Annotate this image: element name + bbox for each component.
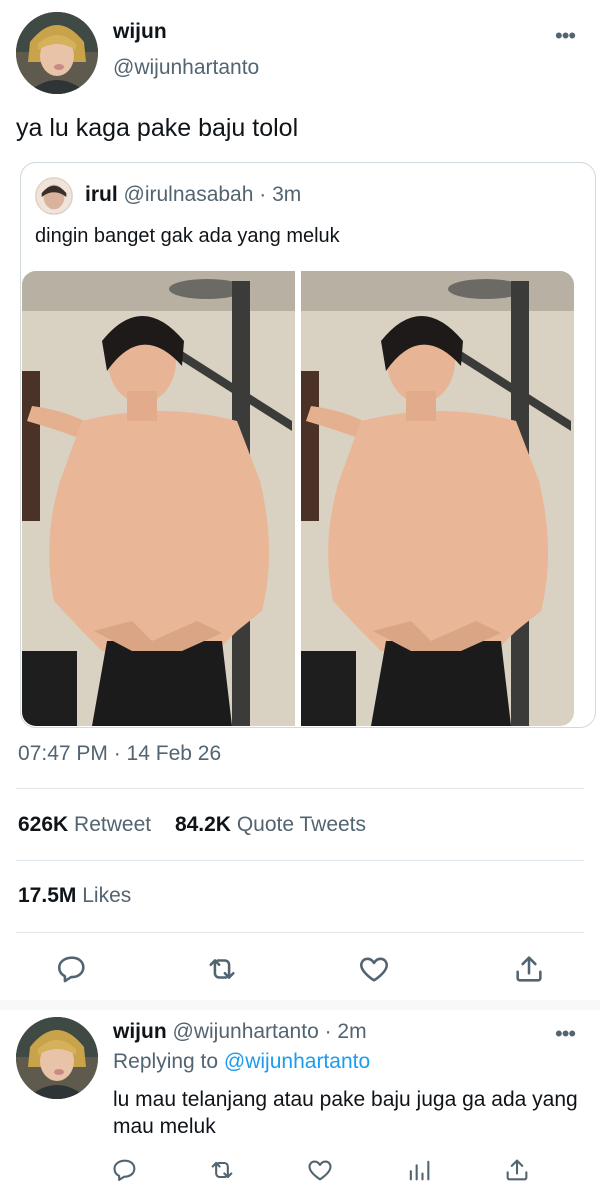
likes-count: 17.5M (18, 884, 77, 907)
replying-prefix: Replying to (113, 1050, 219, 1073)
like-icon[interactable] (306, 1156, 334, 1184)
more-horizontal-icon[interactable]: ••• (555, 1023, 579, 1045)
reply-action-bar (0, 1156, 600, 1186)
like-icon[interactable] (357, 952, 391, 986)
retweet-stats: 626K Retweet 84.2K Quote Tweets (18, 813, 384, 837)
quotes-stat[interactable]: 84.2K Quote Tweets (175, 813, 366, 836)
reply-icon[interactable] (55, 952, 89, 986)
quote-text: dingin banget gak ada yang meluk (35, 225, 340, 247)
more-horizontal-icon[interactable]: ••• (555, 25, 579, 47)
quote-photo-1[interactable] (22, 271, 295, 726)
reply-author-handle[interactable]: @wijunhartanto (173, 1020, 319, 1043)
replying-mention[interactable]: @wijunhartanto (224, 1050, 370, 1073)
quotes-label: Quote Tweets (236, 813, 367, 836)
analytics-icon[interactable] (405, 1156, 433, 1184)
author-avatar[interactable] (16, 12, 98, 94)
share-icon[interactable] (512, 952, 546, 986)
retweets-stat[interactable]: 626K Retweet (18, 813, 157, 836)
quote-photo-2[interactable] (301, 271, 574, 726)
author-name[interactable]: wijun (113, 20, 167, 44)
retweet-icon[interactable] (208, 1156, 236, 1184)
quote-author-name[interactable]: irul (85, 183, 118, 206)
quote-author-handle[interactable]: @irulnasabah (124, 183, 254, 206)
retweets-count: 626K (18, 813, 69, 836)
reply-author-avatar[interactable] (16, 1017, 98, 1099)
quote-header: irul @irulnasabah · 3m (85, 183, 301, 207)
tweet-text: ya lu kaga pake baju tolol (16, 114, 299, 142)
divider (16, 860, 584, 861)
reply-header: wijun @wijunhartanto · 2m (113, 1020, 367, 1044)
divider (16, 932, 584, 933)
retweets-label: Retweet (74, 813, 152, 836)
quotes-count: 84.2K (174, 813, 231, 836)
author-handle[interactable]: @wijunhartanto (113, 56, 259, 80)
reply-icon[interactable] (111, 1156, 139, 1184)
tweet-action-bar (0, 952, 600, 988)
divider (16, 788, 584, 789)
likes-stats: 17.5M Likes (18, 884, 149, 908)
reply-text: lu mau telanjang atau pake baju juga ga … (113, 1088, 578, 1138)
replying-to: Replying to @wijunhartanto (113, 1050, 370, 1074)
reply-author-name[interactable]: wijun (113, 1020, 167, 1043)
share-icon[interactable] (503, 1156, 531, 1184)
likes-stat[interactable]: 17.5M Likes (18, 884, 131, 907)
quote-author-avatar[interactable] (35, 177, 73, 215)
quote-media (22, 271, 574, 726)
retweet-icon[interactable] (205, 952, 239, 986)
section-separator (0, 1000, 600, 1010)
quote-time: · 3m (259, 183, 302, 206)
tweet-timestamp[interactable]: 07:47 PM · 14 Feb 26 (18, 742, 221, 766)
quoted-tweet[interactable]: irul @irulnasabah · 3m dingin banget gak… (20, 162, 596, 728)
likes-label: Likes (82, 884, 132, 907)
reply-time: · 2m (324, 1020, 367, 1043)
